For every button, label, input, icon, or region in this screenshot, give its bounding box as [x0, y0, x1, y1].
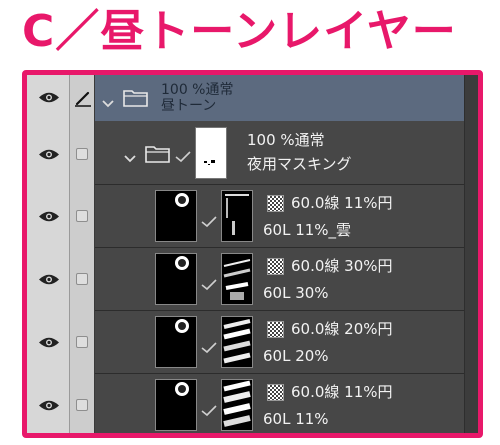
layer-opacity-mode: 60.0線 20%円	[291, 320, 393, 338]
checkbox-icon[interactable]	[76, 336, 88, 348]
layer-row-day-tone[interactable]: 100 %通常 昼トーン	[27, 75, 464, 121]
tone-badge-icon	[173, 191, 191, 209]
eye-icon[interactable]	[38, 210, 60, 223]
check-icon	[175, 148, 191, 163]
check-icon	[201, 402, 217, 417]
layer-opacity-mode: 60.0線 11%円	[291, 194, 393, 212]
checkbox-icon[interactable]	[76, 273, 88, 285]
check-icon	[201, 276, 217, 291]
pen-icon[interactable]	[73, 88, 93, 108]
mask-thumbnail	[195, 127, 227, 179]
layer-row-tone-20[interactable]: 60.0線 20%円 60L 20%	[27, 311, 464, 374]
eye-icon[interactable]	[38, 148, 60, 161]
tone-pattern-icon	[267, 321, 284, 338]
layer-row-highlight	[95, 75, 464, 121]
mask-thumbnail	[221, 253, 253, 305]
check-icon	[201, 339, 217, 354]
tone-pattern-icon	[267, 384, 284, 401]
mask-thumbnail	[221, 190, 253, 242]
layer-row-night-mask[interactable]: 100 %通常 夜用マスキング	[27, 121, 464, 185]
layer-opacity-mode: 60.0線 30%円	[291, 257, 393, 275]
layer-name: 60L 20%	[263, 347, 329, 365]
eye-icon[interactable]	[38, 336, 60, 349]
layer-row-tone-11[interactable]: 60.0線 11%円 60L 11%	[27, 374, 464, 433]
chevron-down-icon[interactable]	[123, 149, 137, 163]
layer-panel-frame: 100 %通常 昼トーン 100 %通常 夜用マスキング 60.0線 11%円 …	[22, 70, 483, 438]
eye-icon[interactable]	[38, 91, 60, 104]
eye-icon[interactable]	[38, 399, 60, 412]
layer-opacity-mode: 100 %通常	[247, 131, 325, 149]
layer-name: 60L 30%	[263, 284, 329, 302]
tone-badge-icon	[173, 254, 191, 272]
tone-badge-icon	[173, 380, 191, 398]
layer-name: 60L 11%_雲	[263, 221, 352, 239]
checkbox-icon[interactable]	[76, 210, 88, 222]
eye-icon[interactable]	[38, 273, 60, 286]
folder-icon	[123, 88, 149, 108]
layer-row-tone-11-cloud[interactable]: 60.0線 11%円 60L 11%_雲	[27, 185, 464, 248]
checkbox-icon[interactable]	[76, 399, 88, 411]
check-icon	[201, 213, 217, 228]
folder-icon	[145, 144, 171, 164]
scrollbar[interactable]	[464, 75, 478, 433]
layer-panel: 100 %通常 昼トーン 100 %通常 夜用マスキング 60.0線 11%円 …	[27, 75, 478, 433]
layer-row-tone-30[interactable]: 60.0線 30%円 60L 30%	[27, 248, 464, 311]
checkbox-icon[interactable]	[76, 148, 88, 160]
layer-opacity-mode: 60.0線 11%円	[291, 383, 393, 401]
chevron-down-icon[interactable]	[101, 94, 115, 108]
tone-pattern-icon	[267, 195, 284, 212]
page-title: C／昼トーンレイヤー	[22, 6, 457, 57]
mask-thumbnail	[221, 379, 253, 431]
layer-name: 60L 11%	[263, 410, 329, 428]
tone-badge-icon	[173, 317, 191, 335]
tone-pattern-icon	[267, 258, 284, 275]
layer-name: 昼トーン	[161, 98, 217, 114]
layer-name: 夜用マスキング	[247, 155, 352, 173]
mask-thumbnail	[221, 316, 253, 368]
